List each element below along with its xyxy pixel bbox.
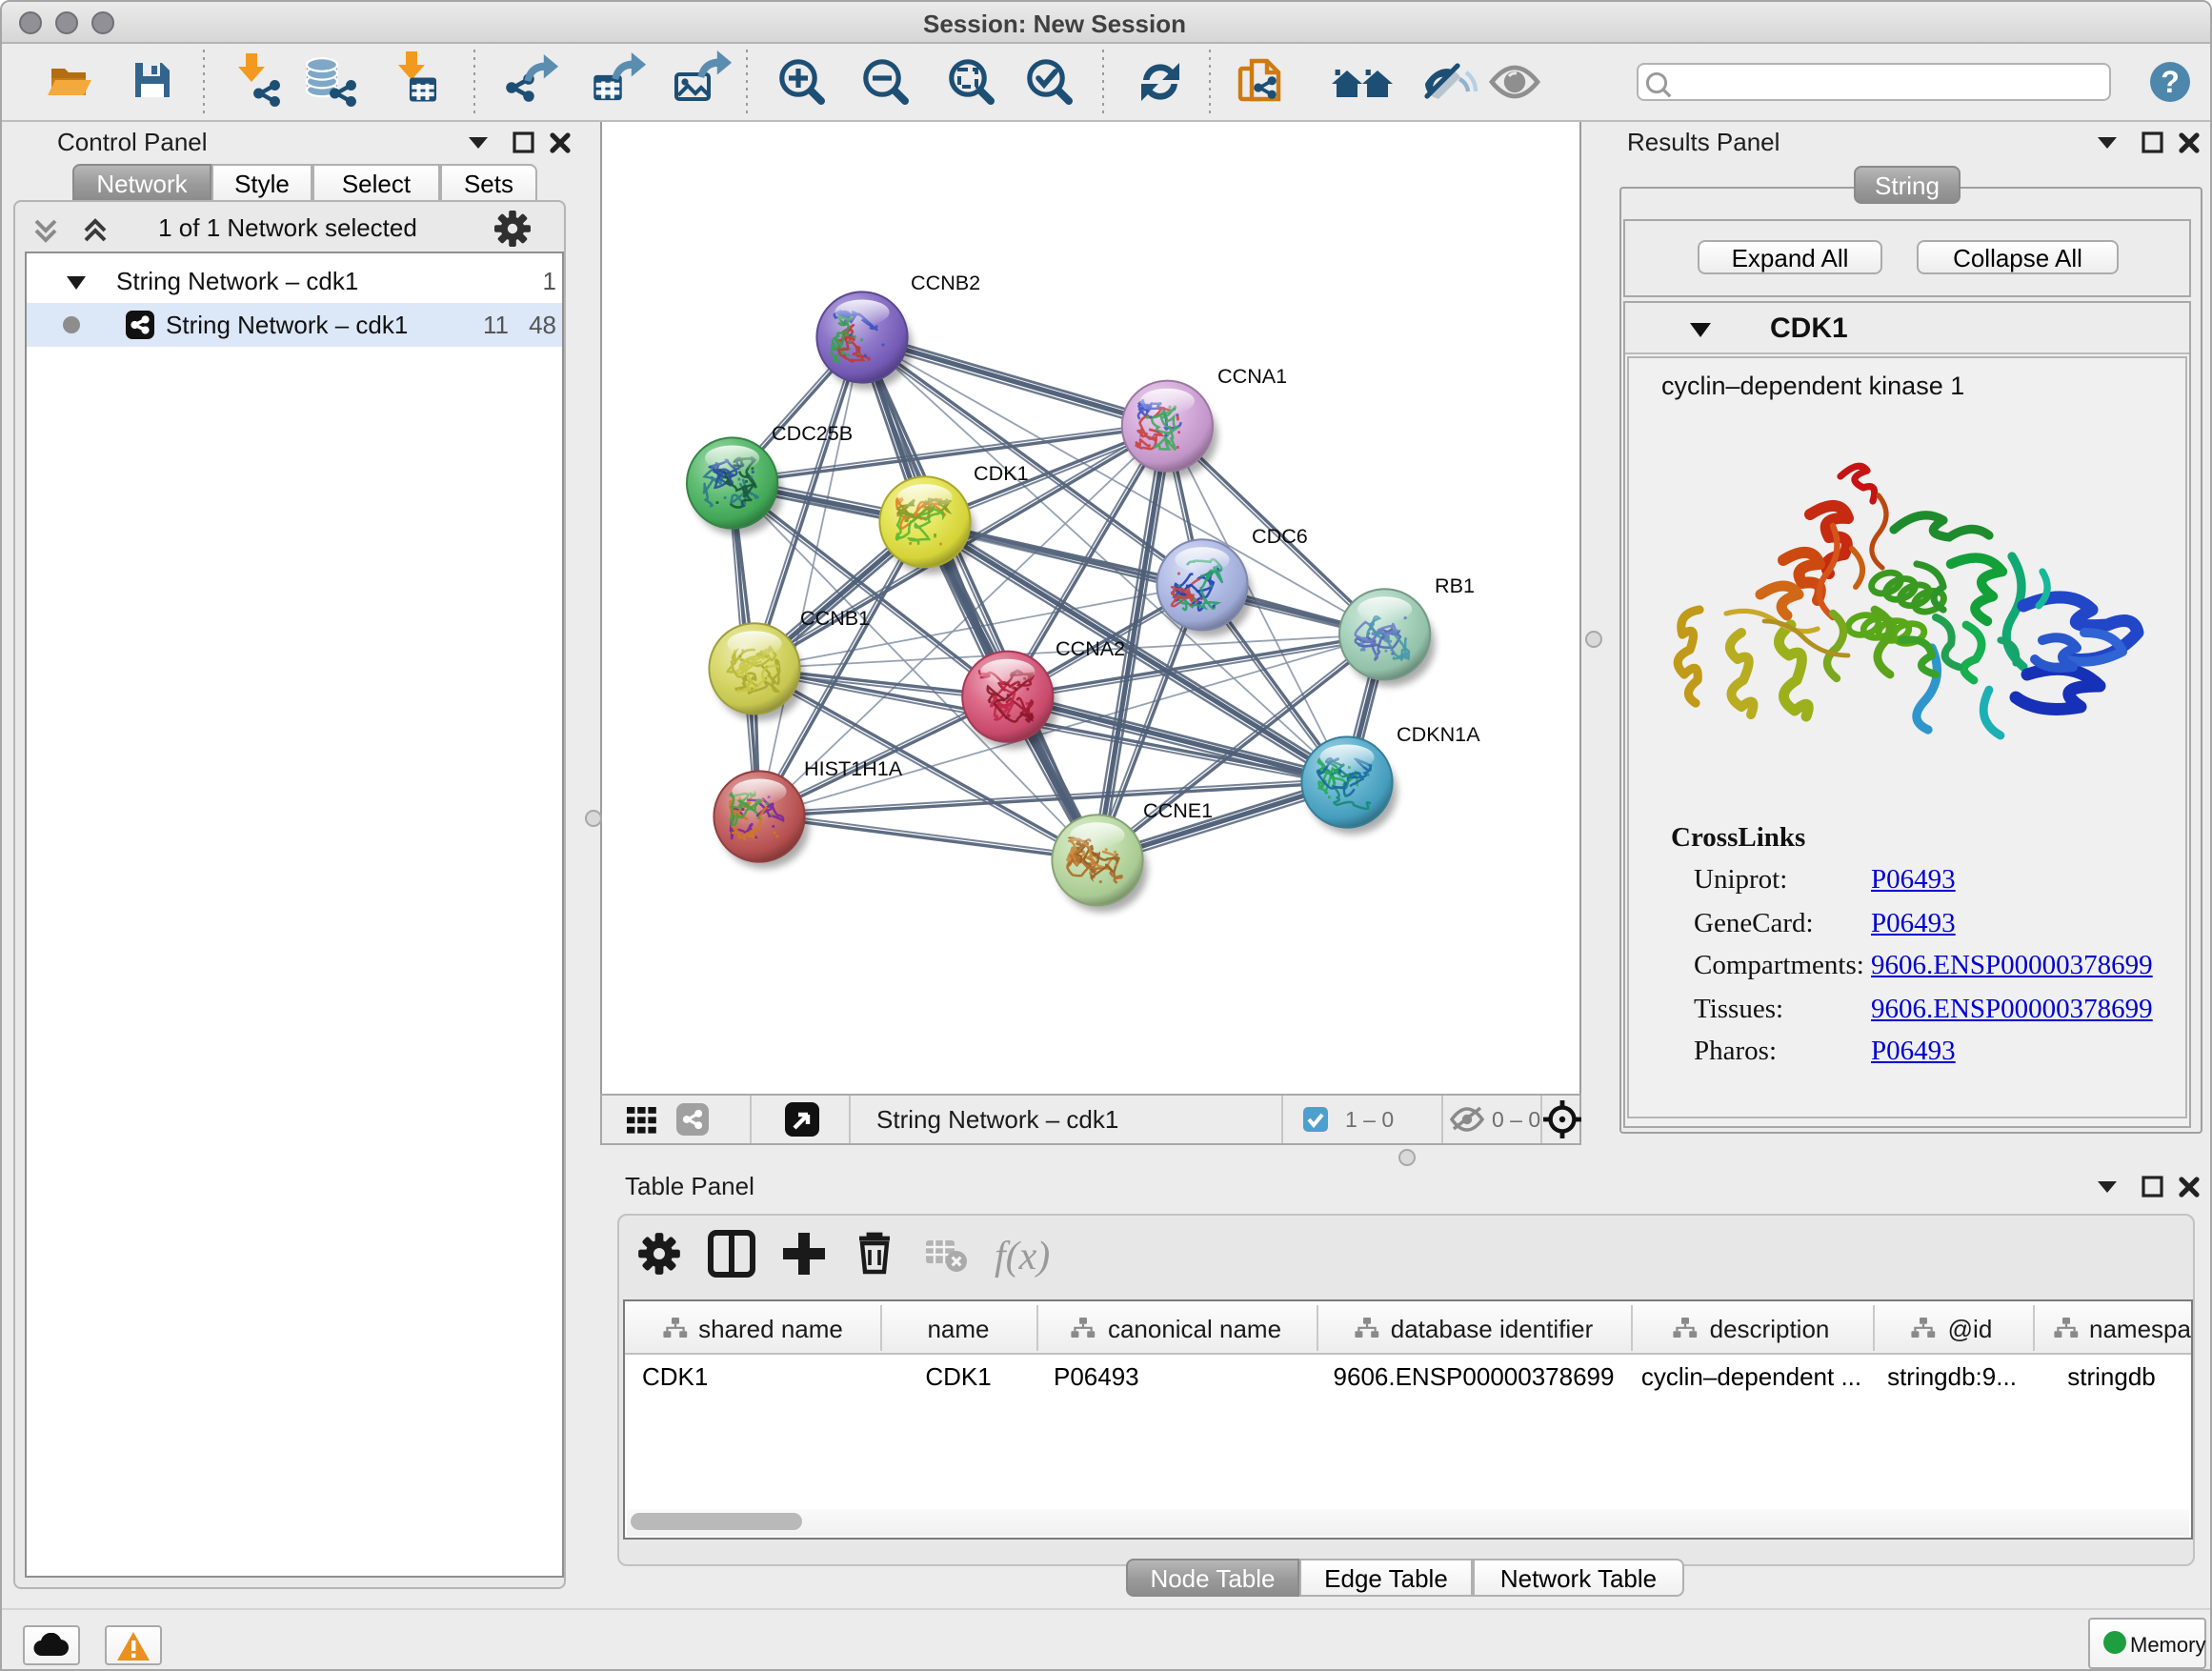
svg-text:CDKN1A: CDKN1A: [1397, 722, 1480, 746]
svg-text:HIST1H1A: HIST1H1A: [804, 756, 903, 780]
svg-text:RB1: RB1: [1435, 574, 1475, 597]
svg-text:CCNA2: CCNA2: [1056, 636, 1125, 660]
svg-text:CCNE1: CCNE1: [1143, 798, 1213, 822]
svg-text:0 – 0: 0 – 0: [1492, 1107, 1540, 1132]
svg-text:String Network – cdk1: String Network – cdk1: [876, 1105, 1118, 1134]
svg-text:CCNA1: CCNA1: [1217, 364, 1287, 388]
svg-text:?: ?: [2161, 65, 2180, 99]
svg-text:f(x): f(x): [995, 1235, 1050, 1278]
svg-text:CDK1: CDK1: [974, 461, 1029, 485]
svg-text:CDC6: CDC6: [1252, 524, 1308, 548]
svg-text:CCNB1: CCNB1: [800, 606, 870, 630]
svg-text:CDC25B: CDC25B: [772, 421, 853, 445]
svg-text:1 – 0: 1 – 0: [1345, 1107, 1394, 1132]
svg-text:CCNB2: CCNB2: [911, 271, 980, 294]
